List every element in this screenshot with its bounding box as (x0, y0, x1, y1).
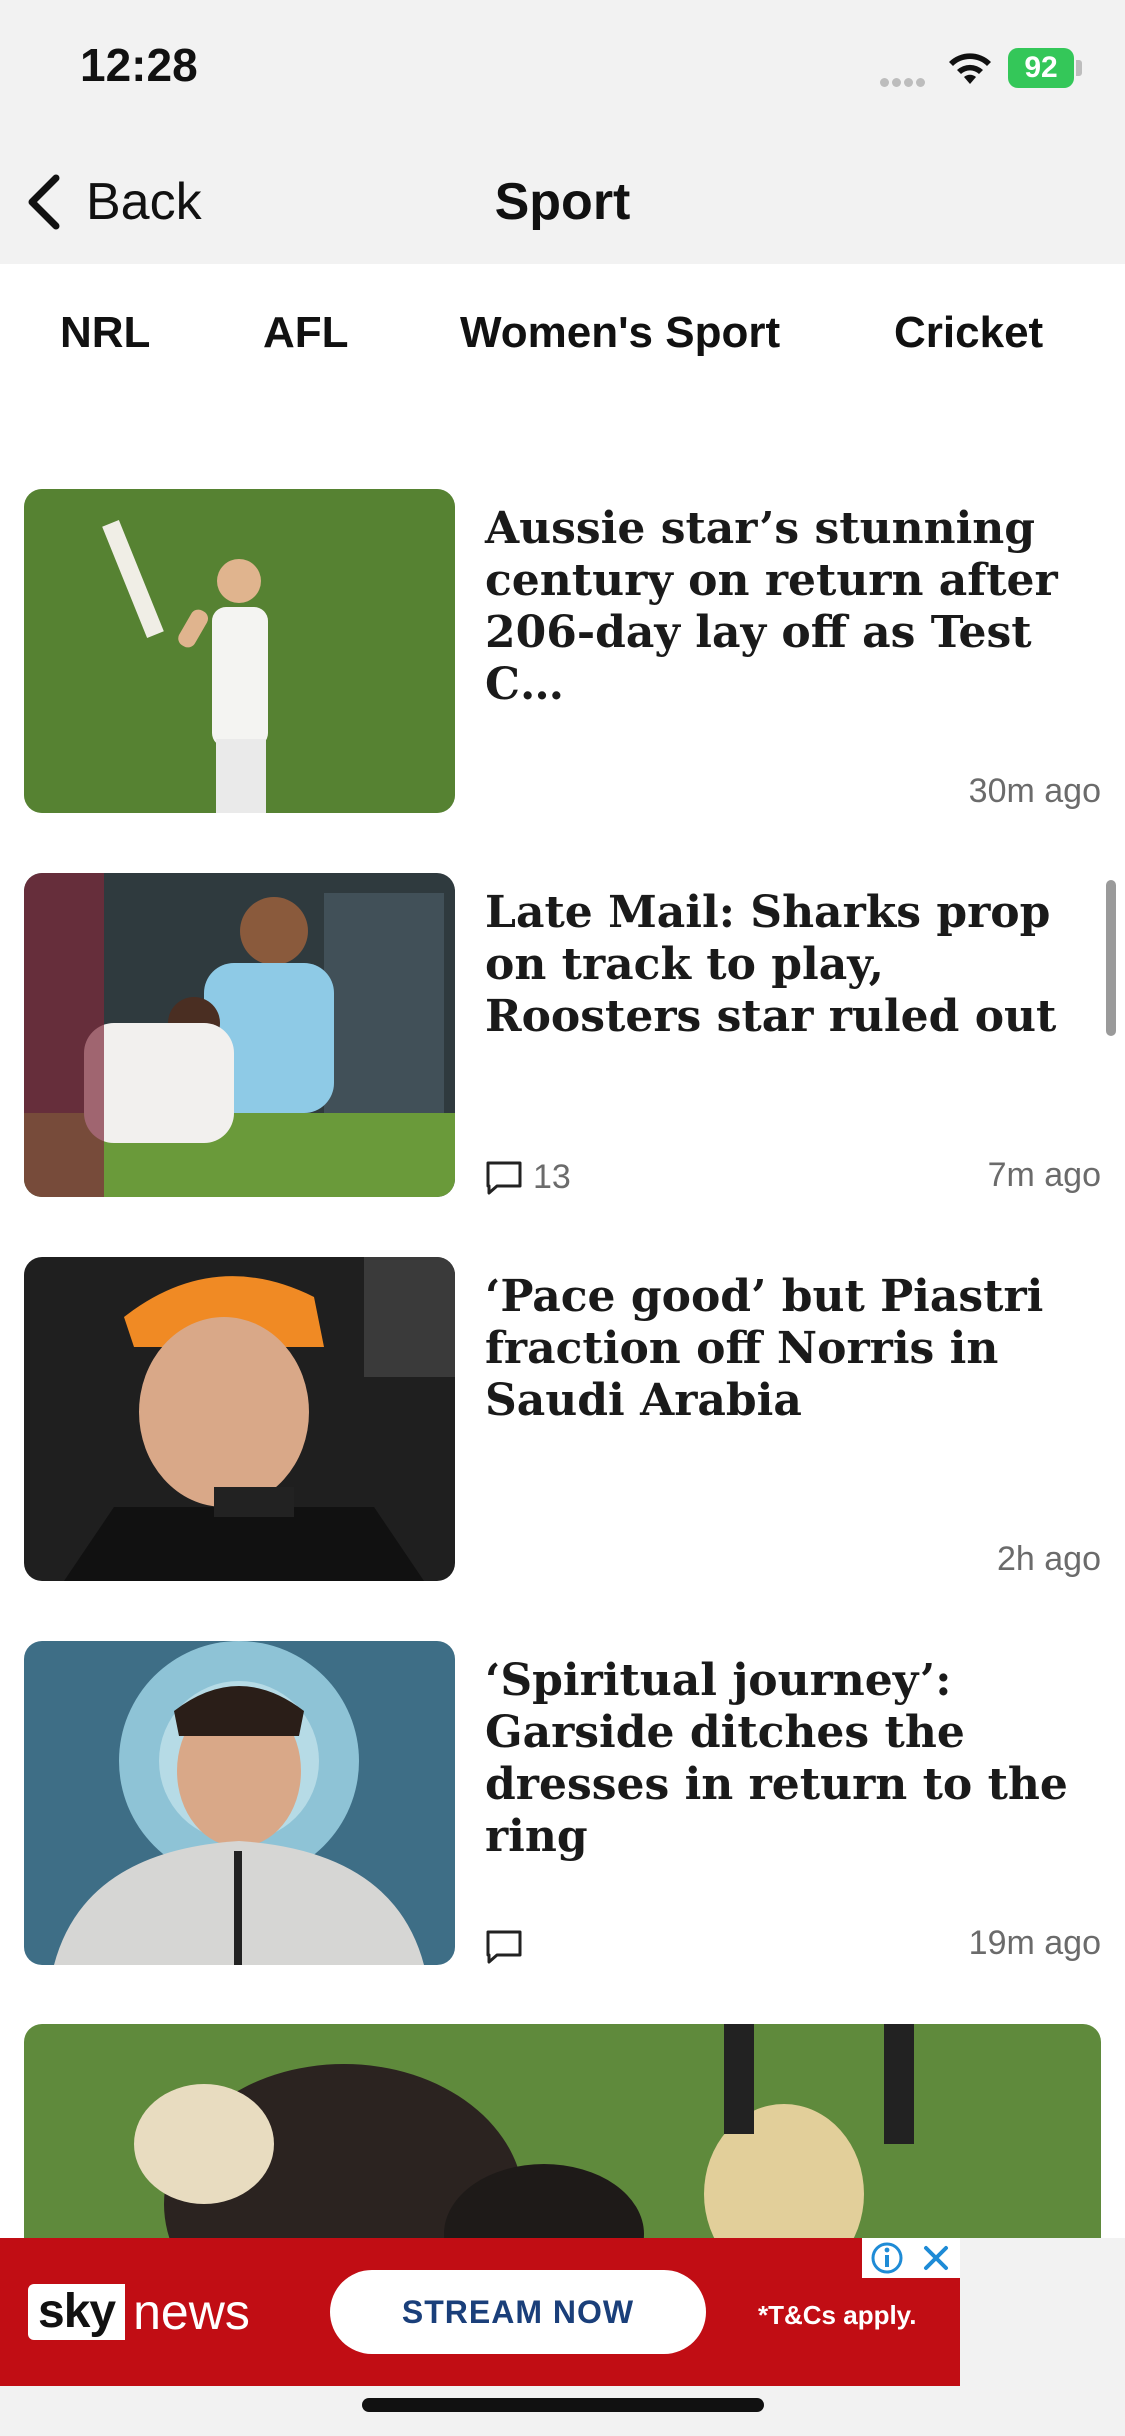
chevron-left-icon (28, 174, 60, 230)
comment-count: 13 (533, 1158, 571, 1196)
article-card[interactable]: Aussie star’s stunning century on return… (24, 489, 1101, 813)
status-time: 12:28 (80, 39, 198, 91)
battery-icon: 92 (1008, 48, 1074, 88)
wifi-icon (949, 53, 991, 84)
comment-icon (486, 1161, 522, 1194)
home-indicator[interactable] (362, 2398, 764, 2412)
tab-afl[interactable]: AFL (263, 308, 349, 358)
article-card[interactable]: ‘Pace good’ but Piastri fraction off Nor… (24, 1257, 1101, 1581)
article-thumbnail (24, 1641, 455, 1965)
tab-nrl[interactable]: NRL (60, 308, 150, 358)
article-time: 2h ago (997, 1540, 1101, 1578)
article-headline: ‘Pace good’ but Piastri fraction off Nor… (485, 1271, 1044, 1426)
comments-link[interactable] (485, 1929, 523, 1965)
article-card[interactable]: ‘Spiritual journey’: Garside ditches the… (24, 1641, 1101, 1965)
article-thumbnail (24, 1257, 455, 1581)
ad-banner[interactable]: sky news STREAM NOW *T&Cs apply. (0, 2238, 960, 2386)
article-card[interactable]: Late Mail: Sharks prop on track to play,… (24, 873, 1101, 1197)
sky-logo-text: sky (28, 2284, 126, 2340)
tab-womens-sport[interactable]: Women's Sport (460, 308, 780, 358)
status-bar: 12:28 92 (0, 0, 1125, 140)
featured-image (24, 2024, 1101, 2254)
article-thumbnail (24, 873, 455, 1197)
tab-cricket[interactable]: Cricket (894, 308, 1043, 358)
news-logo-text: news (125, 2284, 258, 2340)
article-headline: ‘Spiritual journey’: Garside ditches the… (485, 1655, 1068, 1862)
comments-link[interactable]: 13 (485, 1158, 571, 1197)
ad-close-icon[interactable] (920, 2242, 952, 2274)
back-label: Back (86, 173, 202, 231)
article-time: 30m ago (968, 772, 1101, 810)
article-headline: Late Mail: Sharks prop on track to play,… (485, 887, 1057, 1042)
navigation-bar: Sport Back (0, 140, 1125, 264)
comment-icon (486, 1930, 522, 1964)
featured-video-card[interactable] (24, 2024, 1101, 2254)
signal-icon (880, 74, 928, 92)
scrollbar[interactable] (1106, 880, 1116, 1036)
article-time: 19m ago (968, 1924, 1101, 1962)
sky-news-logo: sky news (28, 2284, 258, 2340)
ad-controls (862, 2238, 960, 2278)
back-button[interactable]: Back (24, 170, 202, 234)
category-tabs: NRL AFL Women's Sport Cricket (0, 264, 1125, 404)
battery-cap (1076, 60, 1082, 76)
article-time: 7m ago (987, 1156, 1101, 1194)
article-thumbnail (24, 489, 455, 813)
ad-info-icon[interactable] (870, 2241, 904, 2275)
ad-terms: *T&Cs apply. (758, 2300, 917, 2330)
article-headline: Aussie star’s stunning century on return… (485, 503, 1058, 710)
stream-now-button[interactable]: STREAM NOW (330, 2270, 706, 2354)
